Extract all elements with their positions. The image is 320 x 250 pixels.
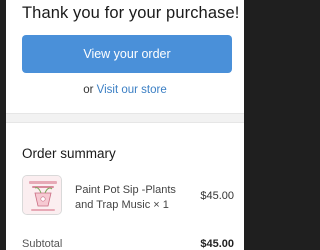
- line-item: Paint Pot Sip -Plants and Trap Music × 1…: [22, 175, 238, 225]
- or-text: or: [83, 84, 94, 96]
- device-bezel-right: [314, 0, 320, 250]
- item-name: Paint Pot Sip -Plants and Trap Music × 1: [75, 184, 176, 211]
- event-poster-thumbnail-icon: [22, 175, 62, 215]
- order-confirmation-screen: Thank you for your purchase! View your o…: [6, 0, 244, 250]
- order-summary-title: Order summary: [22, 146, 116, 161]
- visit-store-link[interactable]: Visit our store: [97, 84, 167, 96]
- subtotal-label: Subtotal: [22, 238, 63, 250]
- item-price: $45.00: [200, 190, 234, 202]
- subtotal-value: $45.00: [200, 238, 234, 250]
- subtotal-row: Subtotal $45.00: [22, 238, 234, 250]
- view-order-button[interactable]: View your order: [22, 35, 232, 73]
- section-divider: [6, 113, 244, 123]
- visit-store-row: or Visit our store: [6, 84, 244, 96]
- thumbnail-art: [23, 176, 61, 214]
- page-title: Thank you for your purchase!: [22, 4, 240, 22]
